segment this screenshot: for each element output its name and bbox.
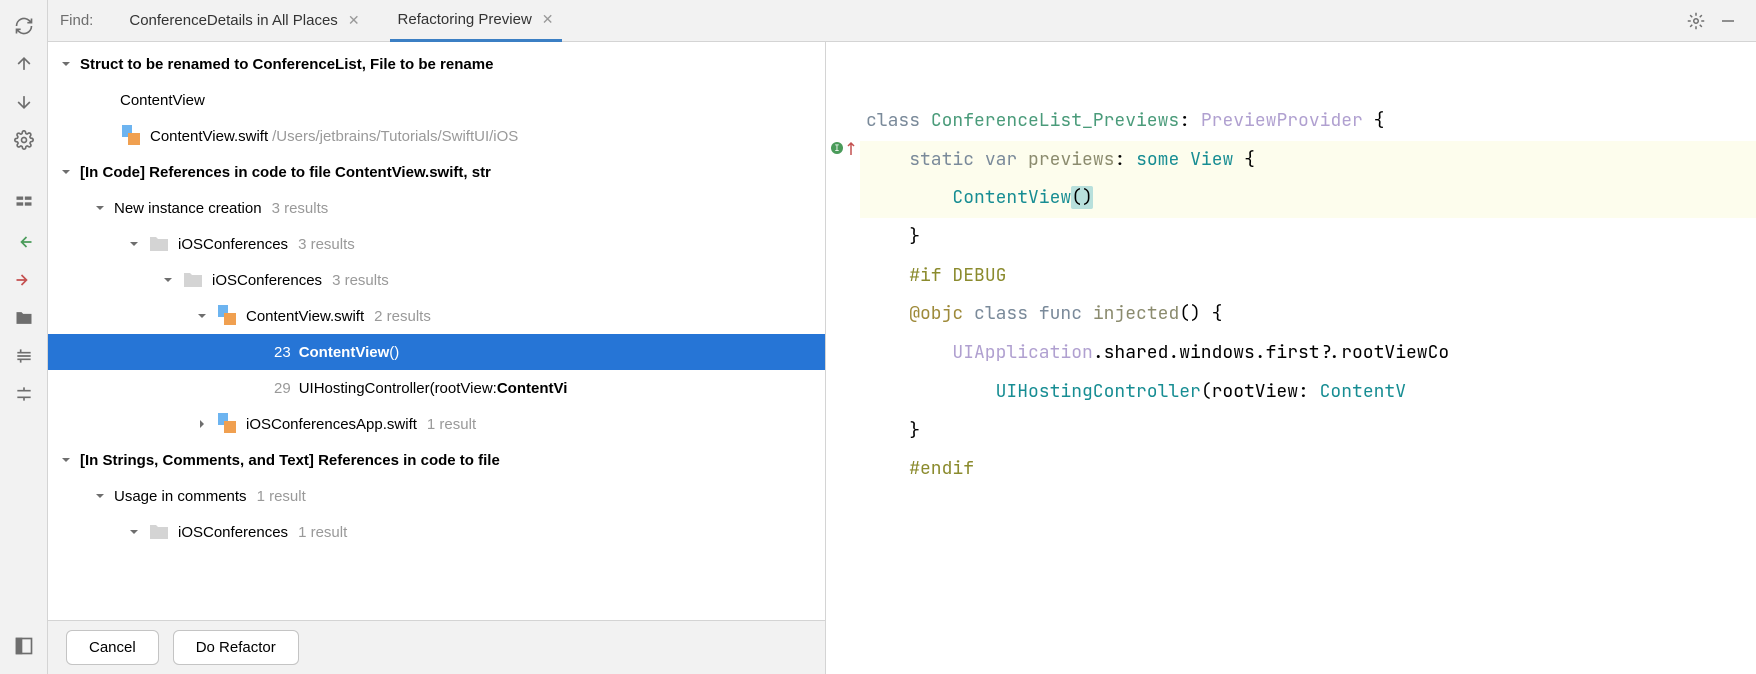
- folder-icon: [148, 233, 170, 255]
- code-line: @objc class func injected() {: [826, 295, 1756, 334]
- gutter: [826, 42, 860, 674]
- folder-tree-icon[interactable]: [6, 300, 42, 336]
- file-name: iOSConferencesApp.swift: [246, 416, 417, 433]
- folder-icon: [182, 269, 204, 291]
- code-line: #if DEBUG: [826, 257, 1756, 296]
- usage-pre: UIHostingController(rootView:: [299, 380, 497, 397]
- swift-file-icon: [120, 125, 142, 147]
- tree-item-contentview-file[interactable]: ContentView.swift /Users/jetbrains/Tutor…: [48, 118, 825, 154]
- main-area: Find: ConferenceDetails in All Places ✕ …: [48, 0, 1756, 674]
- result-count: 1 result: [298, 524, 347, 541]
- chevron-down-icon[interactable]: [126, 526, 142, 538]
- group-label: New instance creation: [114, 200, 262, 217]
- top-bar: Find: ConferenceDetails in All Places ✕ …: [48, 0, 1756, 42]
- code-line: }: [826, 412, 1756, 451]
- result-count: 3 results: [298, 236, 355, 253]
- usages-tree-panel: Struct to be renamed to ConferenceList, …: [48, 42, 826, 674]
- folder-icon: [148, 521, 170, 543]
- gear-icon[interactable]: [6, 122, 42, 158]
- result-count: 3 results: [272, 200, 329, 217]
- code-line-current-usage: ContentView(): [826, 179, 1756, 218]
- minimize-icon[interactable]: [1712, 5, 1744, 37]
- chevron-down-icon[interactable]: [58, 58, 74, 70]
- tree-usage-line-23[interactable]: 23 ContentView(): [48, 334, 825, 370]
- chevron-right-icon[interactable]: [194, 418, 210, 430]
- chevron-down-icon[interactable]: [126, 238, 142, 250]
- result-count: 1 result: [427, 416, 476, 433]
- close-icon[interactable]: ✕: [542, 11, 554, 28]
- chevron-down-icon[interactable]: [194, 310, 210, 322]
- code-line: #endif: [826, 450, 1756, 489]
- file-name: ContentView.swift: [150, 128, 268, 145]
- footer-bar: Cancel Do Refactor: [48, 620, 825, 674]
- tree-group-in-strings[interactable]: [In Strings, Comments, and Text] Referen…: [48, 442, 825, 478]
- tree-file-app[interactable]: iOSConferencesApp.swift 1 result: [48, 406, 825, 442]
- folder-label: iOSConferences: [212, 272, 322, 289]
- tree-group-in-code[interactable]: [In Code] References in code to file Con…: [48, 154, 825, 190]
- tree-group-usage-comments[interactable]: Usage in comments 1 result: [48, 478, 825, 514]
- code-line: UIApplication.shared.windows.first?.root…: [826, 334, 1756, 373]
- line-number: 29: [274, 380, 291, 397]
- tab-conference-details[interactable]: ConferenceDetails in All Places ✕: [121, 0, 367, 42]
- diff-left-icon[interactable]: [6, 224, 42, 260]
- svg-text:I: I: [834, 142, 839, 154]
- chevron-down-icon[interactable]: [92, 202, 108, 214]
- refresh-icon[interactable]: [6, 8, 42, 44]
- expand-all-icon[interactable]: [6, 338, 42, 374]
- cancel-button[interactable]: Cancel: [66, 630, 159, 665]
- layout-icon[interactable]: [6, 628, 42, 664]
- tab-label: ConferenceDetails in All Places: [129, 12, 337, 29]
- file-path: /Users/jetbrains/Tutorials/SwiftUI/iOS: [272, 128, 518, 145]
- swift-file-icon: [216, 305, 238, 327]
- code-line: class ConferenceList_Previews: PreviewPr…: [826, 102, 1756, 141]
- tree-root[interactable]: Struct to be renamed to ConferenceList, …: [48, 46, 825, 82]
- gutter-implement-icon[interactable]: I: [830, 141, 858, 155]
- arrow-up-icon[interactable]: [6, 46, 42, 82]
- group-label: [In Code] References in code to file Con…: [80, 164, 491, 181]
- usage-bold: ContentView: [299, 344, 390, 361]
- code-line: }: [826, 218, 1756, 257]
- chevron-down-icon[interactable]: [160, 274, 176, 286]
- folder-label: iOSConferences: [178, 524, 288, 541]
- chevron-down-icon[interactable]: [92, 490, 108, 502]
- chevron-down-icon[interactable]: [58, 166, 74, 178]
- line-number: 23: [274, 344, 291, 361]
- collapse-all-icon[interactable]: [6, 376, 42, 412]
- usage-post: (): [389, 344, 399, 361]
- tree-group-new-instance[interactable]: New instance creation 3 results: [48, 190, 825, 226]
- code-line: static var previews: some View {: [826, 141, 1756, 180]
- tree-item-contentview[interactable]: ContentView: [48, 82, 825, 118]
- tab-label: Refactoring Preview: [398, 11, 532, 28]
- close-icon[interactable]: ✕: [348, 12, 360, 29]
- group-icon[interactable]: [6, 186, 42, 222]
- tab-refactoring-preview[interactable]: Refactoring Preview ✕: [390, 0, 562, 42]
- do-refactor-button[interactable]: Do Refactor: [173, 630, 299, 665]
- left-toolbar: [0, 0, 48, 674]
- tree-item-label: ContentView: [120, 92, 205, 109]
- tree-root-label: Struct to be renamed to ConferenceList, …: [80, 56, 493, 73]
- file-name: ContentView.swift: [246, 308, 364, 325]
- tree-file-contentview[interactable]: ContentView.swift 2 results: [48, 298, 825, 334]
- arrow-down-icon[interactable]: [6, 84, 42, 120]
- code-preview-panel[interactable]: I class ConferenceList_Previews: Preview…: [826, 42, 1756, 674]
- settings-icon[interactable]: [1680, 5, 1712, 37]
- tree-folder-3[interactable]: iOSConferences 1 result: [48, 514, 825, 550]
- find-label: Find:: [60, 12, 93, 29]
- usage-bold: ContentVi: [497, 380, 568, 397]
- result-count: 2 results: [374, 308, 431, 325]
- code-line: UIHostingController(rootView: ContentV: [826, 373, 1756, 412]
- result-count: 1 result: [257, 488, 306, 505]
- diff-right-icon[interactable]: [6, 262, 42, 298]
- tree-folder-1[interactable]: iOSConferences 3 results: [48, 226, 825, 262]
- group-label: [In Strings, Comments, and Text] Referen…: [80, 452, 500, 469]
- tree-folder-2[interactable]: iOSConferences 3 results: [48, 262, 825, 298]
- group-label: Usage in comments: [114, 488, 247, 505]
- tree-usage-line-29[interactable]: 29 UIHostingController(rootView: Content…: [48, 370, 825, 406]
- folder-label: iOSConferences: [178, 236, 288, 253]
- swift-file-icon: [216, 413, 238, 435]
- result-count: 3 results: [332, 272, 389, 289]
- chevron-down-icon[interactable]: [58, 454, 74, 466]
